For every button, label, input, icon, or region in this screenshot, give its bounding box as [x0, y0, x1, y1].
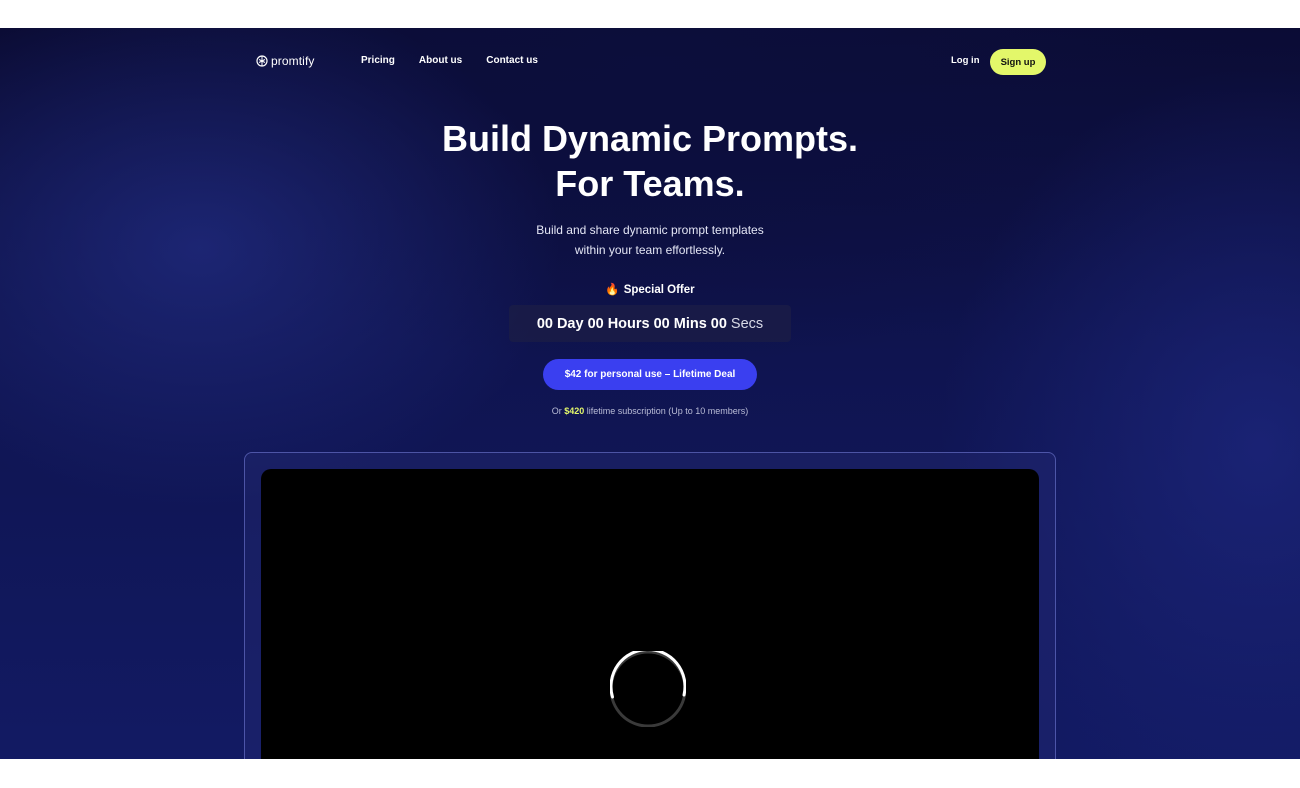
- countdown-timer: 00 Day 00 Hours 00 Mins 00 Secs: [509, 305, 791, 342]
- signup-button[interactable]: Sign up: [990, 49, 1046, 75]
- hero-title-line-2: For Teams.: [555, 163, 745, 204]
- hero-title-line-1: Build Dynamic Prompts.: [441, 118, 859, 159]
- brand-logo[interactable]: promtify: [256, 54, 314, 68]
- login-link[interactable]: Log in: [951, 55, 980, 66]
- countdown-days-unit: Day: [556, 315, 584, 332]
- top-nav: promtify Pricing About us Contact us Log…: [0, 28, 1300, 96]
- countdown-hours-value: 00: [587, 315, 604, 332]
- logo-mark-icon: [256, 55, 268, 67]
- nav-links: Pricing About us Contact us: [361, 55, 538, 66]
- loading-spinner-icon: [610, 651, 686, 727]
- lifetime-subscription-note: Or $420 lifetime subscription (Up to 10 …: [0, 406, 1300, 416]
- hero-title: Build Dynamic Prompts. For Teams.: [0, 116, 1300, 206]
- special-offer-label: 🔥 Special Offer: [0, 282, 1300, 296]
- countdown-secs-unit: Secs: [730, 315, 764, 332]
- lifetime-deal-button[interactable]: $42 for personal use – Lifetime Deal: [543, 359, 757, 390]
- countdown-hours-unit: Hours: [607, 315, 650, 332]
- countdown-secs-value: 00: [710, 315, 727, 332]
- lifetime-suffix: lifetime subscription (Up to 10 members): [586, 406, 749, 416]
- demo-video[interactable]: [261, 469, 1039, 759]
- hero-subtitle: Build and share dynamic prompt templates…: [0, 220, 1300, 260]
- countdown-mins-value: 00: [653, 315, 670, 332]
- hero-subtitle-line-2: within your team effortlessly.: [574, 243, 726, 257]
- nav-link-pricing[interactable]: Pricing: [361, 55, 395, 66]
- video-frame: [244, 452, 1056, 759]
- countdown-mins-unit: Mins: [673, 315, 707, 332]
- brand-name: promtify: [271, 54, 315, 68]
- nav-link-about[interactable]: About us: [419, 55, 462, 66]
- special-offer-text: Special Offer: [623, 284, 695, 296]
- nav-link-contact[interactable]: Contact us: [486, 55, 538, 66]
- fire-icon: 🔥: [605, 284, 620, 296]
- landing-page: promtify Pricing About us Contact us Log…: [0, 28, 1300, 759]
- countdown-days-value: 00: [536, 315, 553, 332]
- lifetime-prefix: Or: [551, 406, 562, 416]
- lifetime-price: $420: [564, 406, 585, 416]
- hero-subtitle-line-1: Build and share dynamic prompt templates: [536, 223, 764, 237]
